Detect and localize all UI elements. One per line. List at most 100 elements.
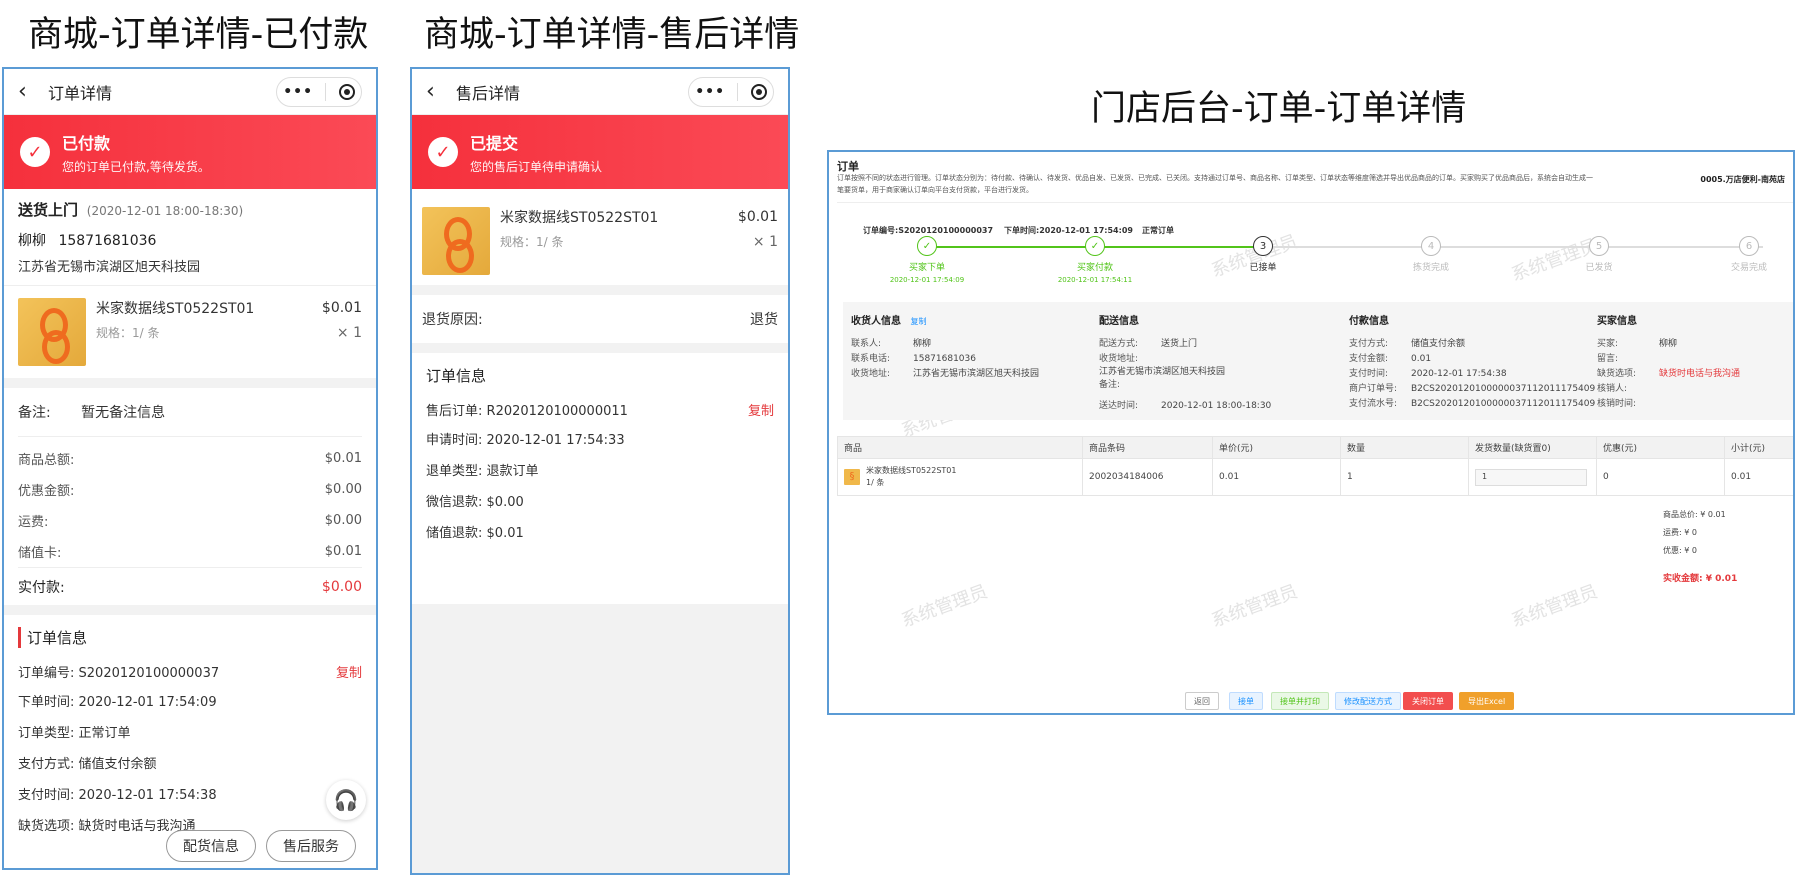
bottom-actions: 配货信息 售后服务 bbox=[166, 830, 356, 862]
accept-button[interactable]: 接单 bbox=[1229, 692, 1263, 710]
back-arrow-icon[interactable]: ‹ bbox=[426, 79, 448, 104]
info-row-order-no: 订单编号: S2020120100000037 复制 bbox=[18, 656, 362, 687]
nav-header: ‹ 订单详情 ••• bbox=[4, 69, 376, 115]
amount-label: 优惠金额: bbox=[18, 484, 75, 499]
kv-label: 联系人: bbox=[851, 339, 882, 349]
info-label: 支付时间: bbox=[18, 788, 75, 803]
aftersale-service-button[interactable]: 售后服务 bbox=[266, 830, 356, 862]
delivery-info: 配送信息 配送方式: 送货上门 收货地址: 江苏省无锡市滨湖区旭天科技园 备注: … bbox=[1099, 312, 1271, 414]
aftersale-screen: ‹ 售后详情 ••• ✓ 已提交 您的售后订单待申请确认 米家数据线ST0522… bbox=[410, 67, 790, 875]
table-header: 商品 bbox=[837, 436, 1083, 459]
amount-row-freight: 运费: $0.00 bbox=[18, 505, 362, 536]
amount-value: $0.01 bbox=[324, 451, 362, 466]
info-label: 下单时间: bbox=[18, 695, 75, 710]
qty-cell: 1 bbox=[1340, 458, 1469, 496]
kv-value: 送货上门 bbox=[1161, 339, 1198, 349]
kv-label: 联系电话: bbox=[851, 354, 891, 364]
amount-label: 商品总额: bbox=[18, 453, 75, 468]
step-label: 已发货 bbox=[1585, 263, 1613, 273]
info-value: $0.00 bbox=[486, 495, 524, 510]
discount-cell: 0 bbox=[1596, 458, 1725, 496]
ship-qty-input[interactable]: 1 bbox=[1475, 468, 1587, 486]
copy-link[interactable]: 复制 bbox=[748, 400, 774, 419]
step-buyer-paid: ✓ 买家付款 2020-12-01 17:54:11 bbox=[1045, 236, 1145, 284]
info-value: S2020120100000037 bbox=[78, 666, 220, 681]
buyer-info: 买家信息 买家: 柳柳 留言: 缺货选项: 缺货时电话与我沟通 核销人: 核销时间: bbox=[1597, 312, 1740, 412]
step-time: 2020-12-01 17:54:09 bbox=[889, 276, 965, 284]
step-label: 已接单 bbox=[1249, 263, 1277, 273]
step-accepted: 3 已接单 bbox=[1213, 236, 1313, 273]
product-image bbox=[422, 207, 490, 275]
back-button[interactable]: 返回 bbox=[1185, 692, 1219, 710]
step-label: 买家付款 bbox=[1076, 263, 1113, 273]
header-title: 售后详情 bbox=[456, 83, 521, 103]
close-order-button[interactable]: 关闭订单 bbox=[1403, 692, 1453, 710]
copy-link[interactable]: 复制 bbox=[336, 662, 362, 681]
step-number: 4 bbox=[1421, 236, 1441, 256]
kv-label: 收货地址: bbox=[851, 369, 891, 379]
check-icon: ✓ bbox=[20, 137, 50, 167]
kv-label: 买家: bbox=[1597, 339, 1619, 349]
modify-delivery-button[interactable]: 修改配送方式 bbox=[1335, 692, 1401, 710]
ship-qty-cell: 1 bbox=[1468, 458, 1597, 496]
amount-value: $0.00 bbox=[324, 513, 362, 528]
delivery-title: 配送信息 bbox=[1099, 316, 1139, 327]
info-row-order-time: 下单时间: 2020-12-01 17:54:09 bbox=[18, 687, 362, 718]
info-value: 2020-12-01 17:54:33 bbox=[486, 433, 625, 448]
product-spec: 规格：1/ 条 bbox=[96, 326, 160, 340]
payment-title: 付款信息 bbox=[1349, 316, 1389, 327]
step-buyer-order: ✓ 买家下单 2020-12-01 17:54:09 bbox=[877, 236, 977, 284]
back-arrow-icon[interactable]: ‹ bbox=[18, 79, 40, 104]
info-label: 订单编号: bbox=[18, 666, 75, 681]
amount-label: 储值卡: bbox=[18, 546, 62, 561]
status-subtitle: 您的售后订单待申请确认 bbox=[470, 159, 603, 174]
admin-order-detail: 订单 订单按照不同的状态进行管理。订单状态分别为：待付款、待确认、待发货、优品自… bbox=[827, 150, 1795, 715]
accept-print-button[interactable]: 接单并打印 bbox=[1271, 692, 1329, 710]
step-number: 5 bbox=[1589, 236, 1609, 256]
status-banner: ✓ 已提交 您的售后订单待申请确认 bbox=[412, 115, 788, 189]
close-target-icon[interactable] bbox=[338, 83, 355, 100]
product-name: 米家数据线ST0522ST01 bbox=[866, 466, 957, 475]
amount-label: 运费: bbox=[18, 515, 49, 530]
copy-link[interactable]: 复制 bbox=[910, 317, 926, 326]
status-subtitle: 您的订单已付款,等待发货。 bbox=[62, 159, 210, 174]
payment-info: 付款信息 支付方式: 储值支付余额 支付金额: 0.01 支付时间: 2020-12-… bbox=[1349, 312, 1595, 412]
remark-value: 暂无备注信息 bbox=[81, 405, 166, 421]
table-header-row: 商品 商品条码 单价(元) 数量 发货数量(缺货置0) 优惠(元) 小计(元) bbox=[837, 436, 1793, 459]
remark-row: 备注: 暂无备注信息 bbox=[4, 388, 376, 436]
headset-service-icon[interactable]: 🎧 bbox=[326, 780, 366, 820]
product-qty: × 1 bbox=[752, 233, 778, 250]
contact-phone: 15871681036 bbox=[58, 233, 157, 249]
order-info-title: 订单信息 bbox=[426, 367, 487, 385]
amount-row-total: 商品总额: $0.01 bbox=[18, 443, 362, 474]
table-row: § 米家数据线ST0522ST01 1/ 条 2002034184006 0.0… bbox=[837, 458, 1793, 496]
divider bbox=[412, 343, 788, 353]
contact-name: 柳柳 bbox=[18, 233, 46, 249]
watermark: 系统管理员 bbox=[898, 581, 991, 632]
kv-value: 江苏省无锡市滨湖区旭天科技园 bbox=[913, 369, 1040, 379]
product-item[interactable]: 米家数据线ST0522ST01 $0.01 规格：1/ 条 × 1 bbox=[412, 189, 788, 285]
kv-value: 储值支付余额 bbox=[1411, 339, 1466, 349]
more-dots-icon[interactable]: ••• bbox=[695, 84, 725, 100]
kv-value: 2020-12-01 18:00-18:30 bbox=[1161, 401, 1272, 411]
barcode-cell: 2002034184006 bbox=[1082, 458, 1213, 496]
product-cell: § 米家数据线ST0522ST01 1/ 条 bbox=[837, 458, 1083, 496]
table-header: 优惠(元) bbox=[1596, 436, 1725, 459]
info-row-order-type: 订单类型: 正常订单 bbox=[18, 718, 362, 749]
delivery-info-button[interactable]: 配货信息 bbox=[166, 830, 256, 862]
kv-value: B2CS2020120100000037112011175409 bbox=[1411, 399, 1596, 409]
capsule-divider bbox=[325, 82, 327, 101]
info-row-wechat-refund: 微信退款: $0.00 bbox=[426, 487, 774, 518]
table-header: 数量 bbox=[1340, 436, 1469, 459]
info-value: R2020120100000011 bbox=[486, 404, 628, 419]
more-dots-icon[interactable]: ••• bbox=[283, 84, 313, 100]
product-name: 米家数据线ST0522ST01 bbox=[500, 210, 659, 226]
kv-value: 0.01 bbox=[1411, 354, 1432, 364]
close-target-icon[interactable] bbox=[750, 83, 767, 100]
export-excel-button[interactable]: 导出Excel bbox=[1459, 692, 1515, 710]
info-row-pay-method: 支付方式: 储值支付余额 bbox=[18, 749, 362, 780]
product-item[interactable]: 米家数据线ST0522ST01 $0.01 规格：1/ 条 × 1 bbox=[4, 285, 376, 378]
info-label: 缺货选项: bbox=[18, 819, 75, 834]
order-items-table: 商品 商品条码 单价(元) 数量 发货数量(缺货置0) 优惠(元) 小计(元) … bbox=[837, 436, 1793, 496]
remark-label: 备注: bbox=[18, 405, 51, 421]
